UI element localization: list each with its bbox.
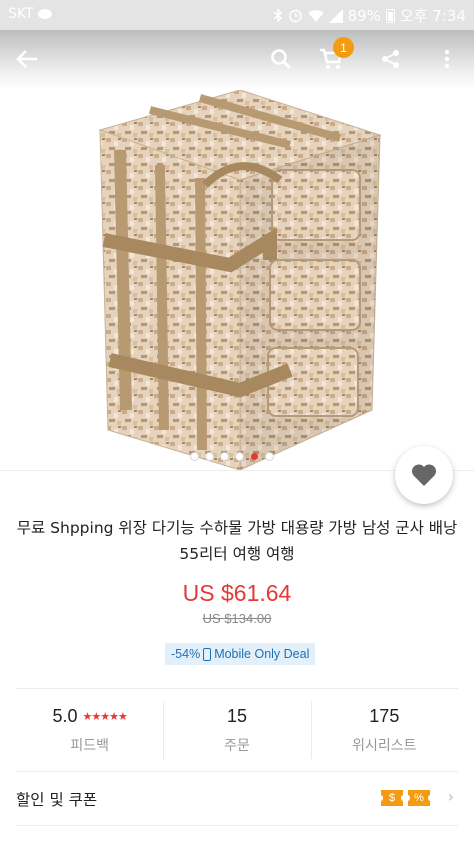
rating-label: 피드백 [70,737,109,754]
gallery-dot[interactable] [251,453,258,460]
status-right: 89% 오후 7:34 [273,5,466,26]
product-title: 무료 Shpping 위장 다기능 수하물 가방 대용량 가방 남성 군사 배낭… [16,519,458,563]
deal-label: Mobile Only Deal [214,647,310,661]
back-arrow-icon [16,50,37,68]
share-icon [382,50,399,68]
original-price: US $134.00 [202,611,272,626]
wishlist-stat[interactable]: 175 위시리스트 [310,689,458,771]
mobile-deal-badge: -54% Mobile Only Deal [165,643,316,665]
coupon-label: 할인 및 쿠폰 [16,790,98,809]
gallery-dot[interactable] [221,453,228,460]
status-bar: SKT 89% 오후 7:34 [0,0,474,30]
message-notification-icon [37,9,52,19]
gallery-dot[interactable] [206,453,213,460]
more-vert-icon [444,49,450,69]
clock: 오후 7:34 [399,7,466,25]
cart-button[interactable]: 1 [316,37,354,74]
wishlist-label: 위시리스트 [352,737,417,754]
cart-count-badge: 1 [333,37,354,58]
search-button[interactable] [266,44,296,74]
discount-coupon-row[interactable]: 할인 및 쿠폰 $ % › [16,772,458,826]
top-app-bar: 1 [0,30,474,90]
percent-coupon-icon: % [405,790,433,806]
heart-icon [411,464,437,486]
carrier-label: SKT [8,6,34,22]
wishlist-button[interactable] [395,446,453,504]
mobile-phone-icon [203,647,212,661]
product-price: US $61.64 [182,580,292,606]
coupon-icons: $ % [378,790,433,806]
search-icon [271,49,292,70]
orders-value: 15 [226,705,247,726]
signal-icon [328,8,343,23]
status-left: SKT [8,6,52,22]
gallery-dot[interactable] [266,453,273,460]
rating-value: 5.0 [52,705,78,726]
orders-stat[interactable]: 15 주문 [163,689,310,771]
battery-icon [385,8,395,23]
wishlist-value: 175 [369,705,400,726]
dollar-coupon-icon: $ [378,790,406,806]
gallery-pagination [191,453,273,460]
product-image-gallery[interactable] [0,30,474,470]
wifi-icon [308,9,324,22]
battery-percent: 89% [347,6,381,25]
rating-stars: ★★★★★ [82,710,128,723]
chevron-right-icon: › [447,787,454,806]
rating-value-row: 5.0 ★★★★★ [52,705,128,727]
gallery-dot[interactable] [191,453,198,460]
rating-stat[interactable]: 5.0 ★★★★★ 피드백 [16,689,163,771]
more-options-button[interactable] [432,44,462,74]
product-stats: 5.0 ★★★★★ 피드백 15 주문 175 위시리스트 [16,688,458,772]
product-image [98,90,382,470]
bluetooth-icon [273,8,282,23]
orders-label: 주문 [224,737,250,754]
gallery-dot[interactable] [236,453,243,460]
share-button[interactable] [376,44,406,74]
discount-percent: -54% [171,647,201,661]
alarm-icon [288,9,302,23]
back-button[interactable] [12,44,42,74]
